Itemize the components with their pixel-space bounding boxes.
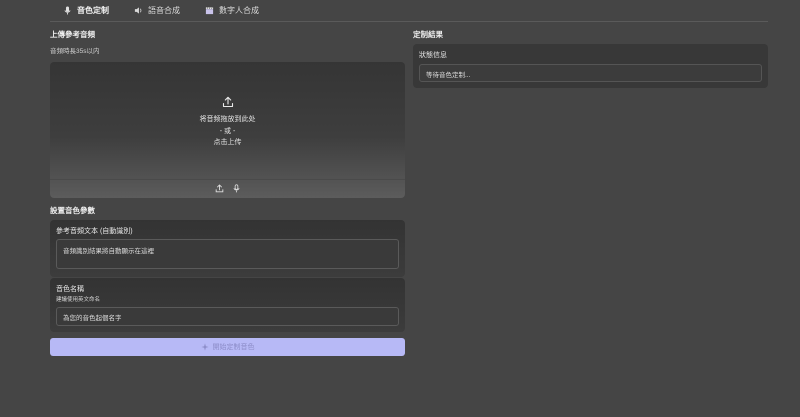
ref-text-label: 參考音頻文本 (自動識別) [56, 228, 133, 235]
tab-bar: 音色定制 語音合成 數字人合成 [50, 0, 768, 22]
microphone-icon [62, 6, 72, 16]
status-panel: 狀態信息 等待音色定制... [413, 44, 768, 88]
tab-label: 音色定制 [77, 6, 109, 15]
status-output: 等待音色定制... [419, 64, 762, 82]
ref-text-placeholder: 音頻識別結果將自動顯示在這裡 [63, 248, 154, 255]
or-text: - 或 - [219, 127, 236, 135]
drop-text: 将音频拖放到此处 [199, 116, 256, 123]
record-microphone-button[interactable] [232, 180, 241, 198]
dropzone-toolbar [50, 179, 405, 198]
ref-text-panel: 參考音頻文本 (自動識別) 音頻識別結果將自動顯示在這裡 [50, 220, 405, 277]
upload-file-button[interactable] [215, 180, 224, 198]
speaker-icon [133, 6, 143, 16]
dropzone-content: 将音频拖放到此处 - 或 - 点击上传 [50, 96, 405, 149]
start-customization-label: 開始定制音色 [212, 344, 255, 351]
voice-name-hint: 建議使用英文命名 [56, 297, 101, 303]
voice-name-placeholder: 為您的音色起個名字 [63, 315, 122, 322]
tab-digital-human[interactable]: 數字人合成 [192, 0, 271, 21]
tab-voice-customization[interactable]: 音色定制 [50, 0, 121, 21]
tab-label: 語音合成 [148, 6, 180, 15]
ref-text-field[interactable]: 音頻識別結果將自動顯示在這裡 [56, 239, 399, 269]
sparkle-icon [200, 343, 209, 351]
voice-name-label: 音色名稱 [56, 286, 84, 293]
start-customization-button[interactable]: 開始定制音色 [50, 338, 405, 356]
audio-dropzone[interactable]: 将音频拖放到此处 - 或 - 点击上传 [50, 62, 405, 198]
params-title: 設置音色參數 [50, 206, 95, 215]
tab-speech-synthesis[interactable]: 語音合成 [121, 0, 192, 21]
status-value: 等待音色定制... [426, 72, 471, 79]
clapperboard-icon [204, 6, 214, 16]
microphone-icon [232, 184, 240, 193]
upload-title: 上傳參考音頻 [50, 30, 95, 39]
upload-hint: 音頻時長35s以内 [50, 48, 100, 55]
voice-name-input[interactable]: 為您的音色起個名字 [56, 307, 399, 326]
status-label: 狀態信息 [419, 52, 447, 59]
upload-icon [222, 96, 233, 108]
result-title: 定制結果 [413, 30, 443, 39]
tab-label: 數字人合成 [219, 6, 259, 15]
click-upload-text[interactable]: 点击上传 [214, 137, 242, 149]
upload-icon [215, 184, 223, 193]
voice-name-panel: 音色名稱 建議使用英文命名 為您的音色起個名字 [50, 278, 405, 332]
